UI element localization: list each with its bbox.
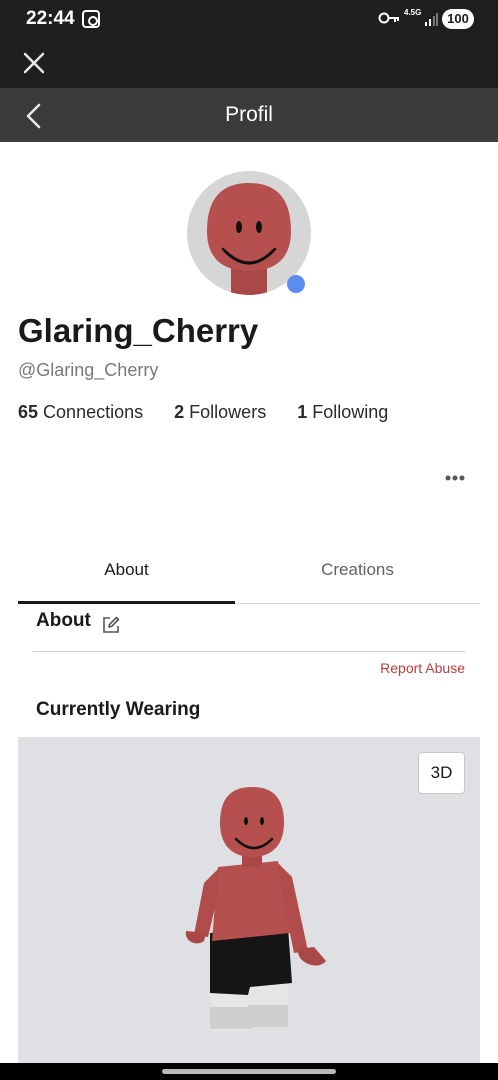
stat-label: Following <box>312 402 389 422</box>
screenshot-icon <box>82 10 100 28</box>
active-tab-indicator <box>18 601 235 604</box>
about-heading: About <box>36 610 91 631</box>
stat-label: Connections <box>43 402 144 422</box>
display-name: Glaring_Cherry <box>18 312 259 349</box>
currently-wearing-heading: Currently Wearing <box>36 699 201 720</box>
stat-label: Followers <box>189 402 267 422</box>
online-status-dot <box>287 275 305 293</box>
stat-following[interactable]: 1 Following <box>297 402 388 423</box>
tab-about[interactable]: About <box>18 560 235 580</box>
report-abuse-link[interactable]: Report Abuse <box>380 660 465 676</box>
3d-view-button[interactable]: 3D <box>418 752 465 794</box>
signal-icon <box>425 13 438 26</box>
more-options-icon[interactable] <box>440 468 470 488</box>
status-time: 22:44 <box>26 8 75 29</box>
edit-icon[interactable] <box>101 615 121 635</box>
avatar-preview[interactable] <box>18 737 480 1063</box>
profile-stats: 65 Connections 2 Followers 1 Following <box>18 402 414 423</box>
stat-count: 1 <box>297 402 308 422</box>
network-type: 4.5G <box>404 8 422 17</box>
home-indicator[interactable] <box>162 1069 336 1074</box>
page-title: Profil <box>225 103 273 126</box>
stat-count: 65 <box>18 402 39 422</box>
title-bar: Profil <box>0 88 498 142</box>
close-icon[interactable] <box>18 50 50 78</box>
username: @Glaring_Cherry <box>18 360 159 380</box>
status-bar: 22:44 4.5G 100 <box>0 0 498 40</box>
avatar-body-image <box>185 787 326 1031</box>
about-divider <box>33 651 465 652</box>
tab-creations[interactable]: Creations <box>249 560 466 580</box>
stat-followers[interactable]: 2 Followers <box>174 402 266 423</box>
vpn-key-icon <box>378 12 399 24</box>
close-bar <box>0 40 498 88</box>
stat-connections[interactable]: 65 Connections <box>18 402 143 423</box>
stat-count: 2 <box>174 402 185 422</box>
battery-level: 100 <box>442 9 474 29</box>
